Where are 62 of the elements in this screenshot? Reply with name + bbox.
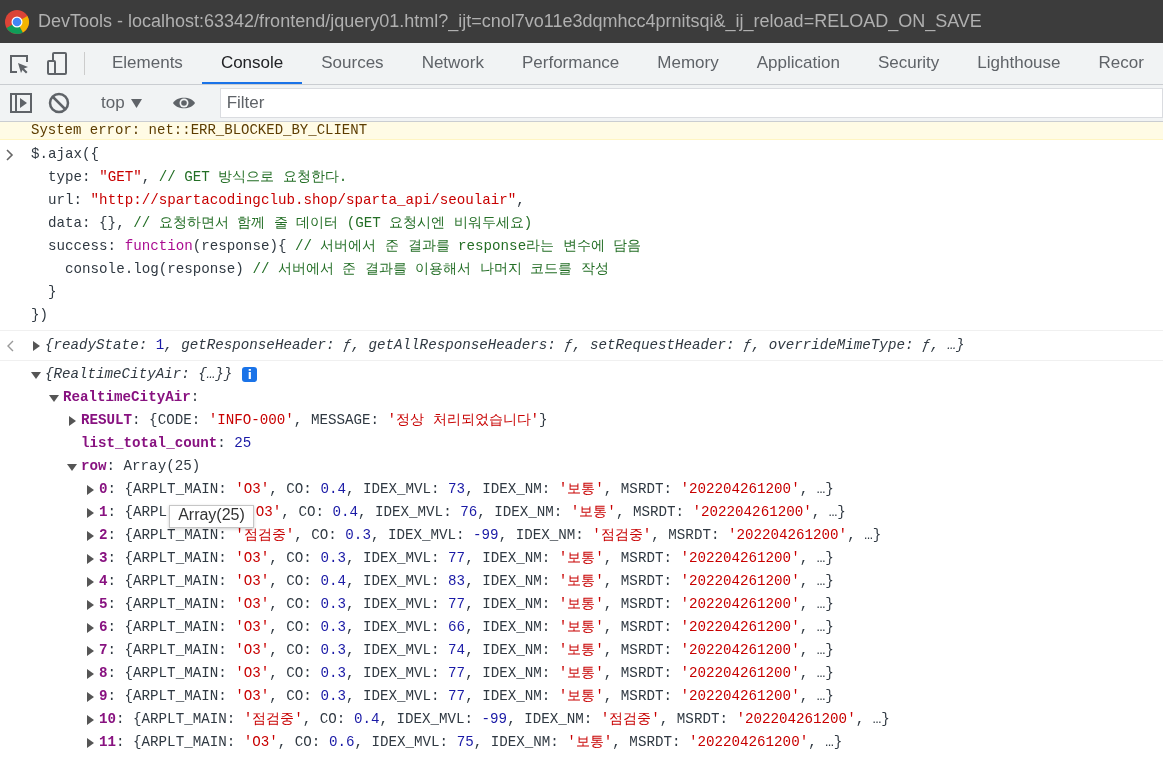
code-line: url: "http://spartacodingclub.shop/sparta_api/seoulair", bbox=[47, 191, 526, 210]
error-message: System error: net::ERR_BLOCKED_BY_CLIENT bbox=[0, 122, 1163, 140]
panel-tab[interactable]: Security bbox=[858, 43, 959, 84]
panel-tab[interactable]: Lighthouse bbox=[958, 43, 1080, 84]
object-entry[interactable]: list_total_count: 25 bbox=[81, 432, 252, 455]
expand-triangle-icon[interactable] bbox=[85, 645, 95, 656]
expand-triangle-icon[interactable] bbox=[85, 668, 95, 679]
code-line: data: {}, // 요청하면서 함께 줄 데이터 (GET 요청시엔 비워두세요) bbox=[47, 214, 534, 233]
code-line: $.ajax({ bbox=[31, 145, 101, 164]
dropdown-caret-icon bbox=[130, 98, 142, 108]
object-entry[interactable]: RealtimeCityAir: bbox=[63, 386, 200, 409]
expand-triangle-icon[interactable] bbox=[85, 599, 95, 610]
expand-triangle-icon[interactable] bbox=[85, 691, 95, 702]
code-line: success: function(response){ // 서버에서 준 결과를 response라는 변수에 담음 bbox=[47, 237, 642, 256]
object-entry[interactable]: row: Array(25) bbox=[81, 455, 201, 478]
panel-tab[interactable]: Network bbox=[402, 43, 503, 84]
object-entry[interactable]: 3: {ARPLT_MAIN: 'O3', CO: 0.3, IDEX_MVL: 77, IDEX_NM: '보통', MSRDT: '202204261200', …} bbox=[99, 547, 834, 570]
object-entry[interactable]: 8: {ARPLT_MAIN: 'O3', CO: 0.3, IDEX_MVL: 77, IDEX_NM: '보통', MSRDT: '202204261200', …} bbox=[99, 662, 834, 685]
object-entry[interactable]: {readyState: 1, getResponseHeader: ƒ, getAllResponseHeaders: ƒ, setRequestHeader: ƒ, overrideMimeType: ƒ, …} bbox=[45, 334, 965, 357]
expand-triangle-icon[interactable] bbox=[85, 714, 95, 725]
expand-triangle-icon[interactable] bbox=[85, 576, 95, 587]
expand-triangle-icon[interactable] bbox=[85, 484, 95, 495]
collapse-triangle-icon[interactable] bbox=[67, 461, 77, 472]
info-badge[interactable]: i bbox=[242, 367, 258, 382]
expand-triangle-icon[interactable] bbox=[85, 553, 95, 564]
panel-tab[interactable]: Performance bbox=[503, 43, 639, 84]
object-entry[interactable]: 10: {ARPLT_MAIN: '점검중', CO: 0.4, IDEX_MVL: -99, IDEX_NM: '점검중', MSRDT: '202204261200', …} bbox=[99, 708, 890, 731]
collapse-triangle-icon[interactable] bbox=[49, 392, 59, 403]
object-entry[interactable]: 1: {ARPL bbox=[99, 501, 168, 524]
code-line: console.log(response) // 서버에서 준 결과를 이용해서 나머지 코드를 작성 bbox=[64, 260, 610, 279]
expand-triangle-icon[interactable] bbox=[67, 415, 77, 426]
tooltip: Array(25) bbox=[169, 505, 254, 528]
expand-triangle-icon[interactable] bbox=[85, 507, 95, 518]
object-entry[interactable]: 5: {ARPLT_MAIN: 'O3', CO: 0.3, IDEX_MVL: 77, IDEX_NM: '보통', MSRDT: '202204261200', …} bbox=[99, 593, 834, 616]
panel-tab[interactable]: Application bbox=[737, 43, 859, 84]
expand-triangle-icon[interactable] bbox=[85, 622, 95, 633]
panel-tab[interactable]: Memory bbox=[638, 43, 738, 84]
object-entry[interactable]: 9: {ARPLT_MAIN: 'O3', CO: 0.3, IDEX_MVL: 77, IDEX_NM: '보통', MSRDT: '202204261200', …} bbox=[99, 685, 834, 708]
object-entry[interactable]: {RealtimeCityAir: {…}} bbox=[45, 363, 233, 386]
expand-triangle-icon[interactable] bbox=[31, 340, 41, 351]
object-entry[interactable]: RESULT: {CODE: 'INFO-000', MESSAGE: '정상 처리되었습니다'} bbox=[81, 409, 548, 432]
context-dropdown[interactable]: top bbox=[95, 93, 148, 113]
return-value-icon bbox=[6, 340, 14, 352]
expand-triangle-icon[interactable] bbox=[85, 530, 95, 541]
input-prompt-icon bbox=[6, 149, 14, 161]
browser-logo-icon bbox=[4, 8, 30, 35]
window-title: DevTools - localhost:63342/frontend/jquery01.html?_ijt=cnol7vo11e3dqmhcc4prnitsqi&_ij_reload=RELOAD_ON_SAVE bbox=[38, 11, 982, 32]
code-line: } bbox=[47, 283, 58, 302]
panel-tab[interactable]: Recor bbox=[1079, 43, 1163, 84]
expand-triangle-icon[interactable] bbox=[85, 737, 95, 748]
panel-tab[interactable]: Sources bbox=[302, 43, 403, 84]
code-line: }) bbox=[31, 306, 50, 325]
object-entry[interactable]: 6: {ARPLT_MAIN: 'O3', CO: 0.3, IDEX_MVL: 66, IDEX_NM: '보통', MSRDT: '202204261200', …} bbox=[99, 616, 834, 639]
filter-field[interactable]: Filter bbox=[219, 88, 1163, 118]
object-entry[interactable]: 11: {ARPLT_MAIN: 'O3', CO: 0.6, IDEX_MVL: 75, IDEX_NM: '보통', MSRDT: '202204261200', …} bbox=[99, 731, 843, 754]
object-entry-continued[interactable]: O3', CO: 0.4, IDEX_MVL: 76, IDEX_NM: '보통', MSRDT: '202204261200', …} bbox=[255, 501, 846, 524]
object-entry[interactable]: 0: {ARPLT_MAIN: 'O3', CO: 0.4, IDEX_MVL: 73, IDEX_NM: '보통', MSRDT: '202204261200', …} bbox=[99, 478, 834, 501]
panel-tab[interactable]: Elements bbox=[93, 43, 202, 84]
object-entry[interactable]: 7: {ARPLT_MAIN: 'O3', CO: 0.3, IDEX_MVL: 74, IDEX_NM: '보통', MSRDT: '202204261200', …} bbox=[99, 639, 834, 662]
code-line: type: "GET", // GET 방식으로 요청한다. bbox=[47, 168, 349, 187]
collapse-triangle-icon[interactable] bbox=[31, 369, 41, 380]
object-entry[interactable]: 4: {ARPLT_MAIN: 'O3', CO: 0.4, IDEX_MVL: 83, IDEX_NM: '보통', MSRDT: '202204261200', …} bbox=[99, 570, 834, 593]
